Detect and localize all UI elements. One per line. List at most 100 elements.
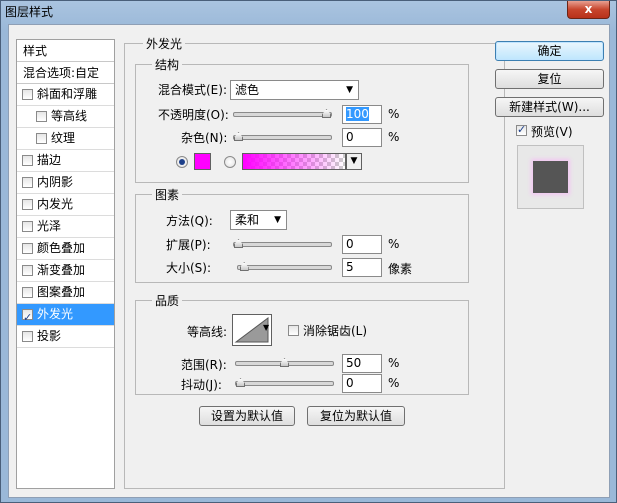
size-unit: 像素 [388, 262, 413, 276]
opacity-input[interactable]: 100 [342, 105, 382, 124]
style-item-label: 图案叠加 [37, 285, 86, 299]
spread-slider-handle[interactable] [234, 239, 243, 248]
noise-unit: % [388, 130, 400, 144]
range-slider-handle[interactable] [280, 358, 289, 367]
spread-slider[interactable] [233, 239, 332, 248]
style-item-checkbox[interactable] [22, 199, 33, 210]
outer-glow-title: 外发光 [143, 35, 186, 52]
antialias-checkbox[interactable] [288, 325, 299, 336]
style-item-label: 内发光 [37, 197, 74, 211]
opacity-slider[interactable] [233, 109, 332, 118]
chevron-down-icon: ▼ [274, 215, 281, 225]
style-item-checkbox[interactable] [22, 221, 33, 232]
opacity-unit: % [388, 107, 400, 121]
size-label: 大小(S): [166, 261, 212, 275]
structure-group: 结构 混合模式(E): 滤色 ▼ 不透明度(O): 100 % 杂色(N): 0… [135, 56, 469, 183]
style-item[interactable]: 光泽 [17, 216, 114, 238]
range-label: 范围(R): [181, 358, 227, 372]
structure-title: 结构 [152, 56, 183, 73]
style-item[interactable]: 外发光 [17, 304, 114, 328]
preview-square [533, 161, 568, 193]
reset-button[interactable]: 复位 [495, 69, 604, 89]
styles-list: 样式 混合选项:自定 斜面和浮雕等高线纹理描边内阴影内发光光泽颜色叠加渐变叠加图… [16, 39, 115, 489]
contour-label: 等高线: [187, 325, 228, 339]
solid-color-radio[interactable] [176, 156, 188, 168]
style-item-checkbox[interactable] [22, 89, 33, 100]
style-item-checkbox[interactable] [22, 307, 33, 328]
glow-color-swatch[interactable] [194, 153, 211, 170]
gradient-dropdown-icon[interactable]: ▼ [346, 153, 362, 170]
size-input[interactable]: 5 [342, 258, 382, 277]
style-item[interactable]: 投影 [17, 326, 114, 348]
style-item-checkbox[interactable] [36, 111, 47, 122]
new-style-button[interactable]: 新建样式(W)... [495, 97, 604, 117]
title-bar: 图层样式 x [1, 1, 616, 23]
noise-label: 杂色(N): [181, 131, 228, 145]
style-item-checkbox[interactable] [22, 265, 33, 276]
opacity-value: 100 [346, 107, 369, 121]
make-default-button[interactable]: 设置为默认值 [199, 406, 295, 426]
style-item-label: 纹理 [51, 131, 76, 145]
style-item-checkbox[interactable] [22, 155, 33, 166]
blend-mode-select[interactable]: 滤色 ▼ [230, 80, 359, 100]
style-item-label: 光泽 [37, 219, 62, 233]
range-input[interactable]: 50 [342, 354, 382, 373]
outer-glow-panel: 外发光 结构 混合模式(E): 滤色 ▼ 不透明度(O): 100 % 杂色(N… [124, 35, 505, 489]
preview-checkbox[interactable] [516, 123, 527, 136]
style-item-label: 内阴影 [37, 175, 74, 189]
style-item[interactable]: 颜色叠加 [17, 238, 114, 260]
gradient-radio[interactable] [224, 156, 236, 168]
contour-dropdown-icon[interactable]: ▼ [263, 323, 269, 332]
size-slider[interactable] [237, 262, 332, 271]
blend-mode-value: 滤色 [235, 83, 260, 97]
noise-slider[interactable] [233, 132, 332, 141]
noise-input[interactable]: 0 [342, 128, 382, 147]
jitter-slider-handle[interactable] [236, 378, 245, 387]
style-item[interactable]: 图案叠加 [17, 282, 114, 304]
blend-mode-label: 混合模式(E): [158, 83, 227, 97]
style-item-label: 描边 [37, 153, 62, 167]
quality-title: 品质 [152, 292, 183, 309]
technique-select[interactable]: 柔和 ▼ [230, 210, 287, 230]
technique-value: 柔和 [235, 213, 260, 227]
jitter-slider[interactable] [235, 378, 334, 387]
opacity-slider-handle[interactable] [322, 109, 331, 118]
style-item[interactable]: 描边 [17, 150, 114, 172]
noise-slider-handle[interactable] [234, 132, 243, 141]
style-item[interactable]: 内发光 [17, 194, 114, 216]
reset-to-default-button[interactable]: 复位为默认值 [307, 406, 405, 426]
style-item-checkbox[interactable] [22, 287, 33, 298]
style-item-checkbox[interactable] [22, 331, 33, 342]
size-slider-handle[interactable] [239, 262, 249, 271]
styles-header[interactable]: 样式 [17, 40, 114, 62]
style-item-checkbox[interactable] [22, 243, 33, 254]
layer-style-dialog: 图层样式 x 样式 混合选项:自定 斜面和浮雕等高线纹理描边内阴影内发光光泽颜色… [0, 0, 617, 503]
style-item[interactable]: 渐变叠加 [17, 260, 114, 282]
style-item[interactable]: 等高线 [17, 106, 114, 128]
style-item-label: 斜面和浮雕 [37, 87, 98, 101]
technique-label: 方法(Q): [166, 214, 213, 228]
style-items: 斜面和浮雕等高线纹理描边内阴影内发光光泽颜色叠加渐变叠加图案叠加外发光投影 [17, 84, 114, 348]
quality-group: 品质 等高线: ▼ 消除锯齿(L) 范围(R): 50 % 抖动(J): 0 % [135, 292, 469, 395]
ok-button[interactable]: 确定 [495, 41, 604, 61]
dialog-body: 样式 混合选项:自定 斜面和浮雕 等高线 纹理 描边 内阴影 内发光 光泽 颜色叠加 渐变叠加图… [8, 24, 610, 498]
style-item-label: 投影 [37, 329, 62, 343]
style-item-checkbox[interactable] [22, 177, 33, 188]
style-item[interactable]: 纹理 [17, 128, 114, 150]
range-slider[interactable] [235, 358, 334, 367]
jitter-label: 抖动(J): [181, 378, 222, 392]
jitter-unit: % [388, 376, 400, 390]
style-item[interactable]: 内阴影 [17, 172, 114, 194]
jitter-input[interactable]: 0 [342, 374, 382, 393]
style-item-label: 渐变叠加 [37, 263, 86, 277]
style-item[interactable]: 斜面和浮雕 [17, 84, 114, 106]
style-item-label: 颜色叠加 [37, 241, 86, 255]
elements-group: 图素 方法(Q): 柔和 ▼ 扩展(P): 0 % 大小(S): 5 像素 [135, 186, 469, 283]
antialias-label: 消除锯齿(L) [303, 324, 368, 338]
style-item-checkbox[interactable] [36, 133, 47, 144]
blending-options-item[interactable]: 混合选项:自定 [17, 62, 114, 84]
glow-gradient-picker[interactable] [242, 153, 346, 170]
style-preview-thumbnail [517, 145, 584, 209]
close-button[interactable]: x [567, 1, 610, 19]
spread-input[interactable]: 0 [342, 235, 382, 254]
